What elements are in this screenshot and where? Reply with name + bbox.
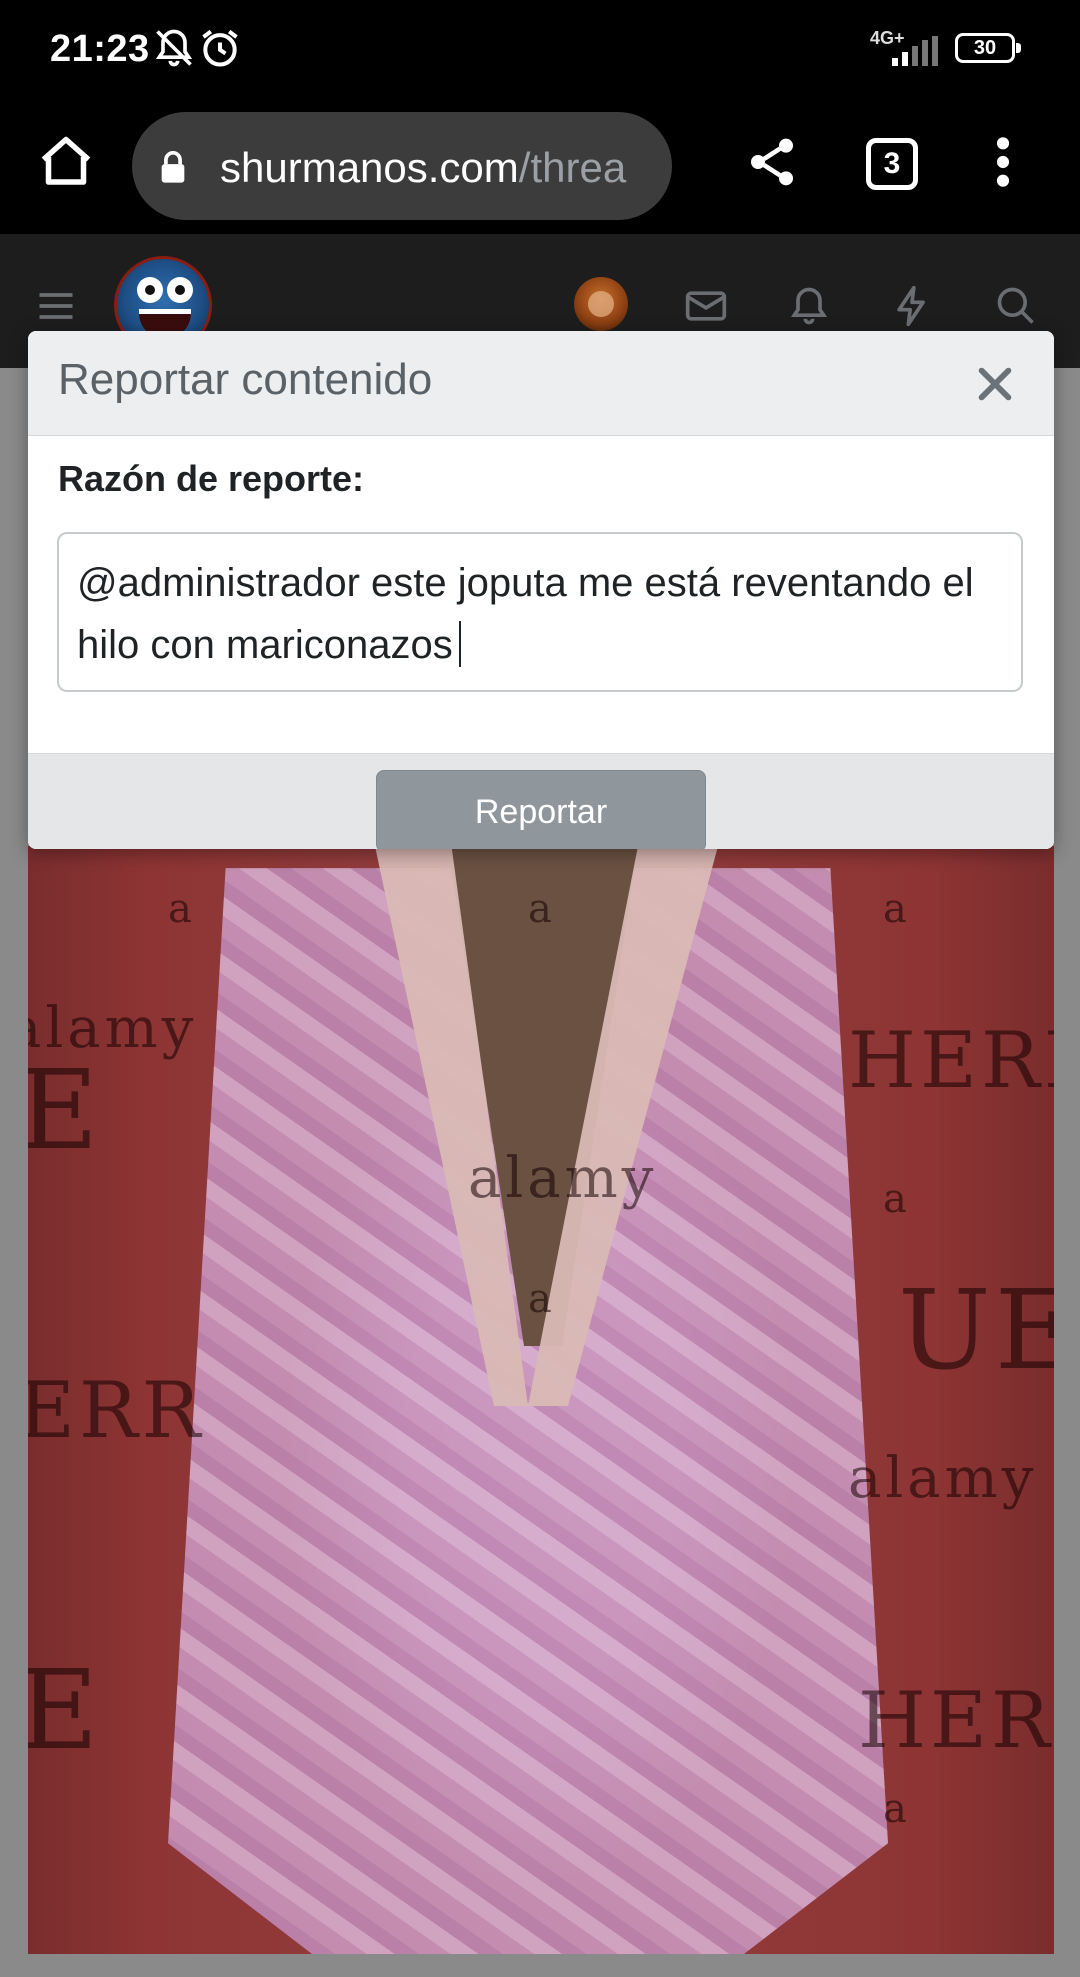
watermark: a [883,886,911,932]
dialog-footer: Reportar [28,754,1054,849]
url-bar[interactable]: shurmanos.com/threa [132,112,672,220]
backdrop-text: UE [898,1266,1054,1394]
lock-icon [161,151,185,183]
battery-icon: 30 [955,33,1021,63]
status-time: 21:23 [50,28,150,70]
dialog-body: Razón de reporte: @administrador este jo… [28,436,1054,754]
url-text[interactable]: shurmanos.com/threa [220,144,650,192]
home-icon[interactable] [36,132,96,192]
watermark: alamy [848,1446,1038,1511]
alarm-icon [202,29,238,67]
backdrop-text: HERR [858,1676,1054,1766]
url-path: /threa [518,144,627,191]
watermark: a [528,1276,556,1322]
search-icon[interactable] [994,284,1038,328]
backdrop-text: E [28,1046,103,1174]
browser-toolbar: shurmanos.com/threa 3 [0,98,1080,234]
reason-text: @administrador este joputa me está reven… [77,561,974,667]
tabs-button[interactable]: 3 [866,138,918,190]
watermark: alamy [468,1146,658,1211]
bell-muted-icon [155,29,193,67]
dialog-header: Reportar contenido [28,331,1054,436]
backdrop-text: ERR [28,1366,205,1456]
watermark: a [883,1786,911,1832]
watermark: a [528,886,556,932]
post-image[interactable]: a a a alamy alamy alamy HERR ERR UE E HE… [28,846,1054,1954]
bell-icon[interactable] [787,284,831,328]
backdrop-text: HERR [848,1016,1054,1106]
signal-icon [892,36,938,66]
lightning-icon[interactable] [890,284,934,328]
backdrop-text: E [28,1646,103,1774]
logo-eye-left [137,277,163,303]
mail-icon[interactable] [684,284,728,328]
url-host: shurmanos.com [220,144,519,191]
watermark: a [883,1176,911,1222]
report-button[interactable]: Reportar [376,770,706,849]
close-icon[interactable] [972,361,1018,407]
watermark: a [168,886,196,932]
logo-eye-right [167,277,193,303]
user-avatar[interactable] [574,277,628,331]
text-caret [458,621,461,668]
hamburger-icon[interactable] [34,284,78,328]
report-dialog: Reportar contenido Razón de reporte: @ad… [28,331,1054,849]
share-icon[interactable] [744,134,800,190]
more-vert-icon[interactable] [980,134,1026,190]
reason-label: Razón de reporte: [58,458,365,499]
reason-textarea[interactable]: @administrador este joputa me está reven… [57,532,1023,692]
dialog-title: Reportar contenido [58,355,433,404]
status-bar: 21:23 4G+ 30 [0,0,1080,98]
